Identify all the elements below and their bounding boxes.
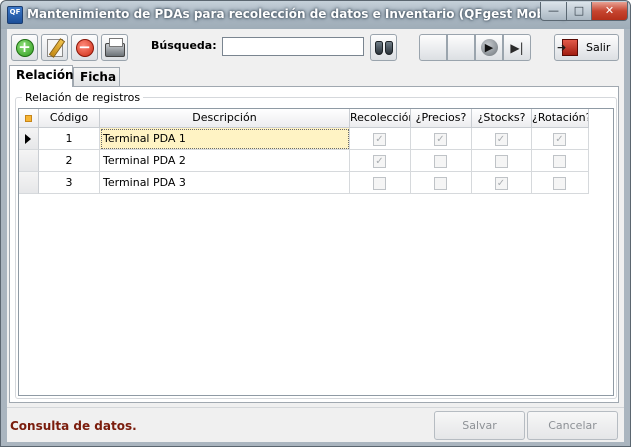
search-input[interactable] bbox=[222, 37, 364, 56]
select-all-icon bbox=[25, 114, 32, 122]
next-arrow-icon: ▶ bbox=[480, 39, 498, 56]
save-button[interactable]: Salvar bbox=[434, 411, 525, 440]
records-grid[interactable]: Código Descripción Recolección ¿Precios?… bbox=[18, 108, 614, 396]
client-area: + − Búsqueda: ▶ ▶| Salir bbox=[7, 29, 624, 442]
cell-codigo[interactable]: 2 bbox=[39, 150, 100, 172]
status-message: Consulta de datos. bbox=[10, 419, 137, 433]
cell-rotacion: ✓ bbox=[532, 128, 589, 150]
grid-corner[interactable] bbox=[19, 109, 39, 128]
title-bar[interactable]: QF Mantenimiento de PDAs para recolecció… bbox=[1, 1, 630, 29]
checkbox-recoleccion[interactable] bbox=[373, 177, 386, 190]
checkbox-recoleccion[interactable]: ✓ bbox=[373, 133, 386, 146]
binoculars-icon bbox=[374, 40, 393, 55]
cell-descripcion[interactable]: Terminal PDA 2 bbox=[100, 150, 350, 172]
cell-recoleccion bbox=[350, 172, 411, 194]
cell-precios: ✓ bbox=[411, 128, 472, 150]
last-arrow-icon: ▶| bbox=[510, 40, 524, 55]
row-selector[interactable] bbox=[19, 128, 39, 150]
tab-panel-relacion: Relación de registros Código Descripción… bbox=[9, 86, 619, 403]
cell-rotacion bbox=[532, 150, 589, 172]
checkbox-rotacion[interactable]: ✓ bbox=[553, 133, 566, 146]
last-record-button[interactable]: ▶| bbox=[503, 34, 531, 61]
column-header-stocks[interactable]: ¿Stocks? bbox=[472, 109, 532, 128]
column-header-recoleccion[interactable]: Recolección bbox=[350, 109, 411, 128]
print-button[interactable] bbox=[101, 34, 128, 61]
tab-ficha[interactable]: Ficha bbox=[73, 67, 120, 86]
edit-pencil-icon bbox=[46, 38, 63, 57]
cell-descripcion[interactable]: Terminal PDA 3 bbox=[100, 172, 350, 194]
checkbox-precios[interactable] bbox=[434, 155, 447, 168]
cell-stocks bbox=[472, 150, 532, 172]
cell-stocks: ✓ bbox=[472, 128, 532, 150]
cell-recoleccion: ✓ bbox=[350, 150, 411, 172]
delete-record-button[interactable]: − bbox=[71, 34, 98, 61]
cancel-button[interactable]: Cancelar bbox=[527, 411, 618, 440]
first-record-button[interactable] bbox=[419, 34, 447, 61]
checkbox-rotacion[interactable] bbox=[553, 177, 566, 190]
add-record-button[interactable]: + bbox=[11, 34, 38, 61]
exit-door-icon bbox=[557, 39, 578, 56]
table-row[interactable]: 1 Terminal PDA 1 ✓ ✓ ✓ ✓ bbox=[19, 128, 589, 150]
column-header-rotacion[interactable]: ¿Rotación? bbox=[532, 109, 589, 128]
checkbox-stocks[interactable]: ✓ bbox=[494, 133, 508, 146]
checkbox-stocks[interactable]: ✓ bbox=[494, 177, 508, 190]
previous-record-button[interactable] bbox=[447, 34, 475, 61]
checkbox-recoleccion[interactable]: ✓ bbox=[373, 155, 386, 168]
row-selector[interactable] bbox=[19, 172, 39, 194]
maximize-button[interactable]: □ bbox=[566, 2, 592, 21]
checkbox-precios[interactable] bbox=[434, 177, 447, 190]
cell-precios bbox=[411, 150, 472, 172]
search-label: Búsqueda: bbox=[151, 39, 217, 52]
find-button[interactable] bbox=[370, 34, 397, 61]
printer-icon bbox=[104, 37, 125, 57]
cell-recoleccion: ✓ bbox=[350, 128, 411, 150]
records-group: Relación de registros Código Descripción… bbox=[15, 91, 617, 399]
status-bar: Consulta de datos. Salvar Cancelar bbox=[7, 407, 624, 442]
exit-label: Salir bbox=[586, 41, 611, 54]
group-title: Relación de registros bbox=[22, 91, 144, 104]
exit-button[interactable]: Salir bbox=[554, 34, 619, 61]
cell-precios bbox=[411, 172, 472, 194]
cell-stocks: ✓ bbox=[472, 172, 532, 194]
table-row[interactable]: 2 Terminal PDA 2 ✓ bbox=[19, 150, 589, 172]
cell-codigo[interactable]: 1 bbox=[39, 128, 100, 150]
tab-relacion[interactable]: Relación bbox=[9, 65, 74, 87]
add-icon: + bbox=[15, 38, 34, 57]
column-header-precios[interactable]: ¿Precios? bbox=[411, 109, 472, 128]
checkbox-precios[interactable]: ✓ bbox=[434, 133, 447, 146]
edit-record-button[interactable] bbox=[41, 34, 68, 61]
window-title: Mantenimiento de PDAs para recolección d… bbox=[27, 7, 567, 21]
checkbox-stocks[interactable] bbox=[494, 155, 508, 168]
cell-rotacion bbox=[532, 172, 589, 194]
column-header-descripcion[interactable]: Descripción bbox=[100, 109, 350, 128]
checkbox-rotacion[interactable] bbox=[553, 155, 566, 168]
app-logo-icon: QF bbox=[7, 6, 23, 24]
app-window: QF Mantenimiento de PDAs para recolecció… bbox=[0, 0, 631, 447]
cell-descripcion[interactable]: Terminal PDA 1 bbox=[100, 128, 350, 150]
next-record-button[interactable]: ▶ bbox=[475, 34, 503, 61]
cell-codigo[interactable]: 3 bbox=[39, 172, 100, 194]
table-row[interactable]: 3 Terminal PDA 3 ✓ bbox=[19, 172, 589, 194]
minimize-button[interactable]: — bbox=[540, 2, 567, 21]
delete-icon: − bbox=[75, 38, 94, 57]
column-header-codigo[interactable]: Código bbox=[39, 109, 100, 128]
row-selector[interactable] bbox=[19, 150, 39, 172]
close-button[interactable]: ✕ bbox=[591, 2, 628, 21]
current-row-arrow-icon bbox=[25, 134, 31, 144]
